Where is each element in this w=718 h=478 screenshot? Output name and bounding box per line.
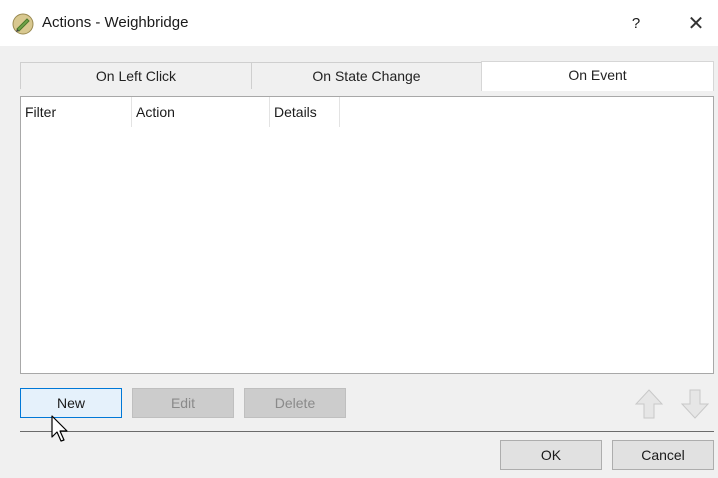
cancel-button[interactable]: Cancel — [612, 440, 714, 470]
tab-on-state-change[interactable]: On State Change — [251, 62, 482, 89]
pencil-icon — [12, 13, 34, 35]
window-title: Actions - Weighbridge — [42, 14, 189, 31]
edit-button[interactable]: Edit — [132, 388, 234, 418]
tab-strip: On Left Click On State Change On Event — [20, 61, 714, 91]
column-header-details[interactable]: Details — [270, 97, 340, 127]
arrow-down-icon[interactable] — [680, 388, 710, 420]
ok-button[interactable]: OK — [500, 440, 602, 470]
close-button[interactable]: ✕ — [678, 10, 714, 38]
tab-on-event[interactable]: On Event — [481, 61, 714, 91]
actions-table[interactable]: Filter Action Details — [20, 96, 714, 374]
tab-on-left-click[interactable]: On Left Click — [20, 62, 252, 89]
table-header: Filter Action Details — [21, 97, 341, 127]
new-button[interactable]: New — [20, 388, 122, 418]
separator — [20, 431, 714, 432]
column-header-filter[interactable]: Filter — [21, 97, 132, 127]
help-button[interactable]: ? — [620, 10, 652, 38]
arrow-up-icon[interactable] — [634, 388, 664, 420]
mouse-cursor-icon — [51, 415, 68, 442]
column-header-action[interactable]: Action — [132, 97, 270, 127]
delete-button[interactable]: Delete — [244, 388, 346, 418]
title-bar: Actions - Weighbridge ? ✕ — [0, 0, 718, 46]
